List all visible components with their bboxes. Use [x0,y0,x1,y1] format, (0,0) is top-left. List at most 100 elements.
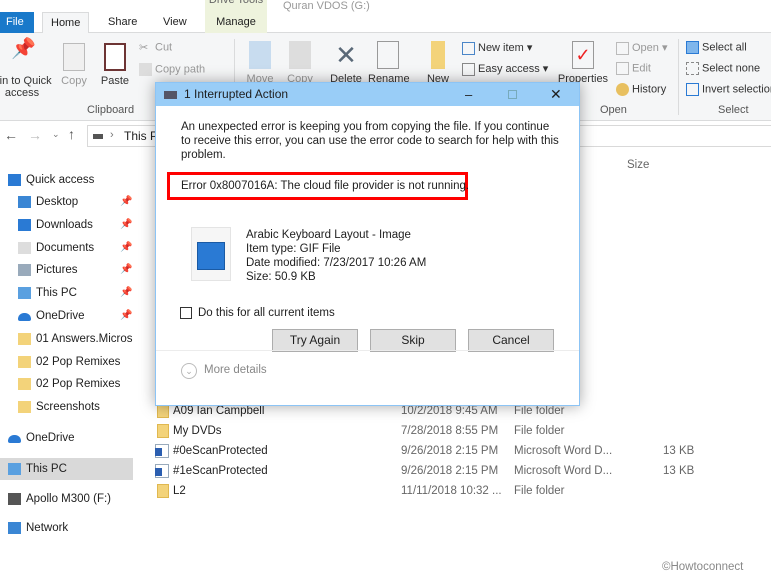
close-button[interactable]: ✕ [550,83,562,106]
interrupted-action-dialog: 1 Interrupted Action – ✕ An unexpected e… [155,82,580,406]
error-message: An unexpected error is keeping you from … [181,121,559,161]
folder-icon [18,356,31,368]
group-select: Select [718,104,749,116]
sidebar-item[interactable]: Documents 📌 [0,237,133,259]
expand-chevron-icon[interactable]: ⌄ [181,363,197,379]
sidebar-item[interactable]: This PC 📌 [0,282,133,304]
pin-icon[interactable]: 📌 [120,237,132,259]
tab-file[interactable]: File [0,12,34,33]
invert-selection-button[interactable]: Invert selection [686,83,771,96]
rename-button[interactable]: Rename [368,41,410,85]
sidebar-item[interactable]: 02 Pop Remixes [0,351,133,373]
sidebar-item[interactable]: Quick access [0,169,133,191]
sidebar-item[interactable]: Apollo M300 (F:) [0,488,133,510]
more-details-toggle[interactable]: More details [204,364,267,376]
maximize-button[interactable] [508,90,517,99]
file-type: Microsoft Word D... [514,445,613,457]
file-name: #1eScanProtected [173,465,268,477]
sidebar-item[interactable]: OneDrive 📌 [0,305,133,327]
easy-access-button[interactable]: Easy access ▾ [462,62,548,76]
pictures-icon [18,264,31,276]
file-date: 7/28/2018 8:55 PM [401,425,499,437]
skip-button[interactable]: Skip [370,329,456,352]
sidebar-item[interactable]: 01 Answers.Microsc [0,328,133,350]
file-row[interactable]: #0eScanProtected 9/26/2018 2:15 PM Microso… [155,441,771,461]
drive-icon [8,493,21,505]
download-icon [18,219,31,231]
sidebar-item[interactable]: Screenshots [0,396,133,418]
select-none-button[interactable]: Select none [686,62,760,75]
sidebar-item[interactable]: Desktop 📌 [0,191,133,213]
tab-home[interactable]: Home [42,12,90,33]
paste-button[interactable]: Paste [98,43,132,87]
sidebar-item-label: OneDrive [26,432,75,444]
sidebar-item[interactable]: Downloads 📌 [0,214,133,236]
copy-path-button[interactable]: Copy path [139,63,205,76]
move-to-button[interactable]: Move [243,41,277,85]
back-arrow-icon[interactable]: ← [4,127,18,143]
select-all-button[interactable]: Select all [686,41,747,54]
folder-icon [157,424,169,438]
sidebar-item-label: This PC [36,287,77,299]
cancel-button[interactable]: Cancel [468,329,554,352]
file-size: 13 KB [663,445,695,457]
copy-progress-icon [164,91,177,99]
tab-manage[interactable]: Manage [205,12,267,33]
file-row[interactable]: #1eScanProtected 9/26/2018 2:15 PM Microso… [155,461,771,481]
do-for-all-label[interactable]: Do this for all current items [198,306,335,320]
pin-icon[interactable]: 📌 [120,191,132,213]
file-row[interactable]: L2 11/11/2018 10:32 ... File folder [155,481,771,501]
invert-selection-icon [686,83,699,96]
sidebar-item[interactable]: This PC [0,458,133,480]
sidebar-item-label: Screenshots [36,401,100,413]
open-button[interactable]: Open ▾ [616,41,668,55]
pin-icon[interactable]: 📌 [120,214,132,236]
sidebar-item[interactable]: Network [0,517,133,539]
do-for-all-checkbox[interactable] [180,307,192,319]
history-icon [616,83,629,96]
sidebar-item[interactable]: OneDrive [0,427,133,449]
cloud-icon [18,313,31,321]
file-date-modified: Date modified: 7/23/2017 10:26 AM [246,257,427,269]
pin-icon[interactable]: 📌 [120,259,132,281]
properties-button[interactable]: ✓ Properties [556,41,610,85]
sidebar-item-label: Documents [36,242,95,254]
edit-button[interactable]: Edit [616,62,651,75]
copy-to-button[interactable]: Copy [283,41,317,85]
history-button[interactable]: History [616,83,666,96]
pin-quick-access-button[interactable]: 📌Pin to Quick access [0,39,52,99]
minimize-button[interactable]: – [465,83,472,106]
divider [678,39,679,115]
pin-icon[interactable]: 📌 [120,305,132,327]
dialog-title: 1 Interrupted Action [184,87,289,101]
new-folder-button[interactable]: New [424,41,452,85]
try-again-button[interactable]: Try Again [272,329,358,352]
up-arrow-icon[interactable]: ↑ [68,126,75,142]
pin-icon[interactable]: 📌 [120,282,132,304]
sidebar-item-label: Pictures [36,264,78,276]
cut-button[interactable]: ✂ Cut [139,41,172,54]
image-file-icon [191,227,231,281]
sidebar-item[interactable]: Pictures 📌 [0,259,133,281]
new-item-icon [462,41,475,55]
dialog-title-bar: 1 Interrupted Action – ✕ [156,83,579,106]
tab-share[interactable]: Share [100,12,145,33]
tab-view[interactable]: View [155,12,195,33]
recent-chevron-icon[interactable]: ⌄ [52,129,60,140]
sidebar-item[interactable]: 02 Pop Remixes [0,373,133,395]
new-item-button[interactable]: New item ▾ [462,41,532,55]
open-icon [616,41,629,55]
copy-button[interactable]: Copy [58,43,90,87]
context-tab-label: Drive Tools [205,0,267,12]
forward-arrow-icon[interactable]: → [28,127,42,143]
select-none-icon [686,62,699,75]
clipboard-icon [104,43,126,71]
sidebar-item-label: 02 Pop Remixes [36,356,121,368]
delete-button[interactable]: ✕ Delete [326,41,366,85]
file-row[interactable]: My DVDs 7/28/2018 8:55 PM File folder [155,421,771,441]
cloud-icon [8,435,21,443]
column-header-size[interactable]: Size [627,159,649,171]
easy-access-icon [462,62,475,76]
select-all-icon [686,41,699,54]
file-size: Size: 50.9 KB [246,271,316,283]
